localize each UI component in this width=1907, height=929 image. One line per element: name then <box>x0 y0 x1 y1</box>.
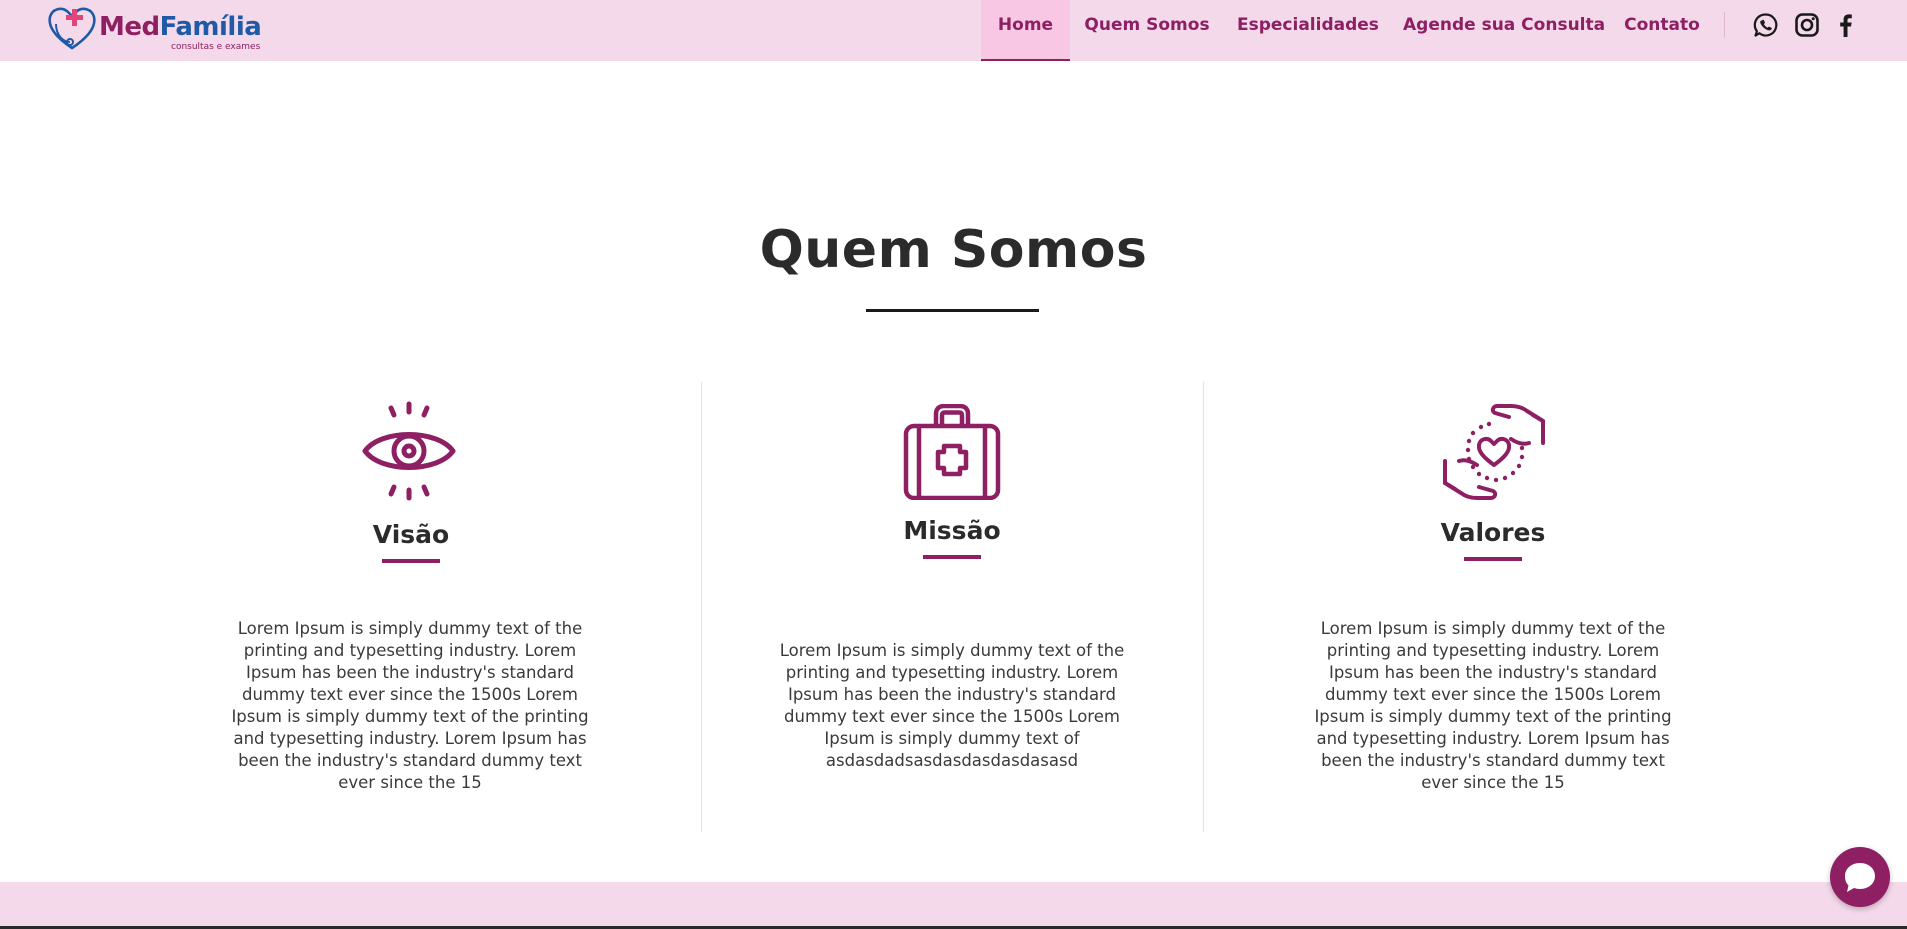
nav-contato[interactable]: Contato <box>1621 0 1703 61</box>
card-heading: Missão <box>903 516 1001 545</box>
brand-logo[interactable]: MedFamília consultas e exames <box>46 4 266 52</box>
column-divider <box>1203 382 1204 832</box>
card-heading: Visão <box>372 520 450 549</box>
card-underline <box>923 555 981 559</box>
medical-kit-icon <box>903 404 1001 500</box>
section-title: Quem Somos <box>759 220 1148 280</box>
brand-name-familia: Família <box>159 12 262 42</box>
card-heading: Valores <box>1440 518 1546 547</box>
nav-divider <box>1724 12 1725 38</box>
next-section-band <box>0 882 1907 929</box>
card-text: Lorem Ipsum is simply dummy text of the … <box>1314 619 1672 792</box>
card-text: Lorem Ipsum is simply dummy text of the … <box>779 641 1125 770</box>
nav-agende-consulta[interactable]: Agende sua Consulta <box>1403 0 1605 61</box>
brand-tagline: consultas e exames <box>171 42 261 52</box>
heart-stethoscope-logo-icon <box>48 7 96 50</box>
card-underline <box>382 559 440 563</box>
eye-icon <box>362 401 456 501</box>
nav-quem-somos[interactable]: Quem Somos <box>1083 0 1211 61</box>
card-underline <box>1464 557 1522 561</box>
hands-heart-icon <box>1443 404 1545 500</box>
whatsapp-icon[interactable] <box>1753 12 1779 38</box>
title-underline <box>866 309 1039 312</box>
brand-name-med: Med <box>99 12 160 42</box>
top-navbar: MedFamília consultas e exames Home Quem … <box>0 0 1907 61</box>
chat-bubble-icon <box>1845 863 1875 892</box>
facebook-icon[interactable] <box>1833 12 1859 38</box>
nav-especialidades[interactable]: Especialidades <box>1237 0 1379 61</box>
instagram-icon[interactable] <box>1794 12 1820 38</box>
card-text: Lorem Ipsum is simply dummy text of the … <box>231 619 589 792</box>
chat-button[interactable] <box>1830 847 1890 907</box>
nav-home[interactable]: Home <box>981 0 1070 61</box>
column-divider <box>701 382 702 832</box>
